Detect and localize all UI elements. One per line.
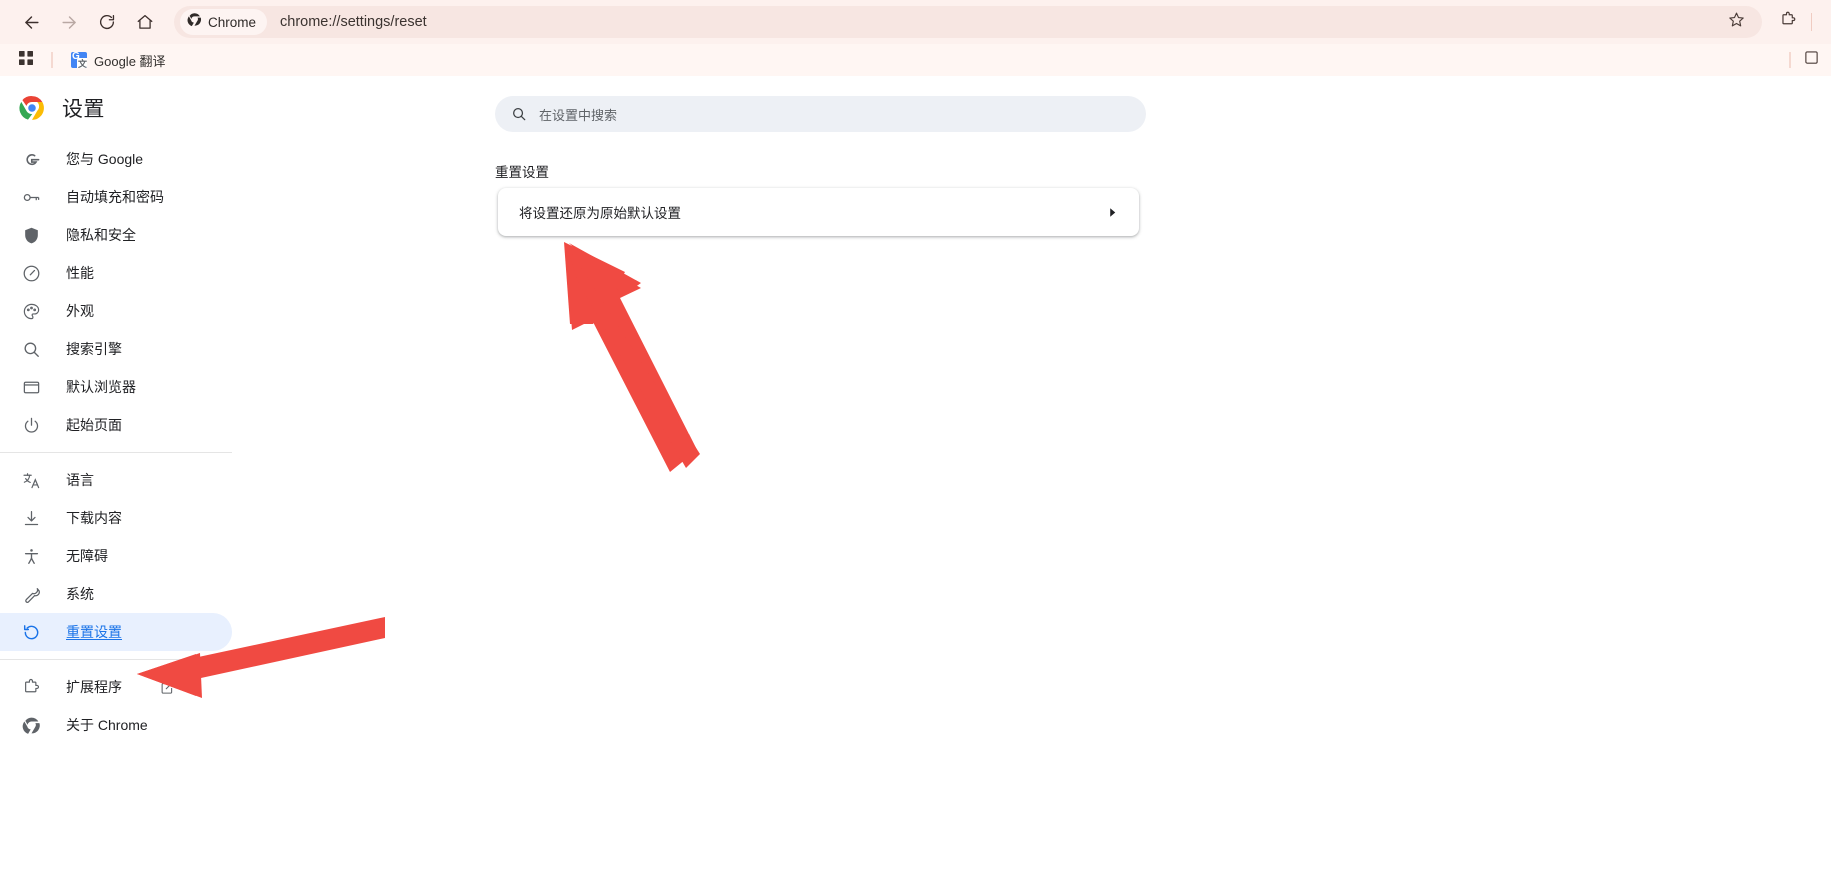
bookmark-star-button[interactable] <box>1722 8 1750 36</box>
sidebar-item-downloads[interactable]: 下载内容 <box>0 499 232 537</box>
sidebar-group-footer: 扩展程序 关于 Chrome <box>0 668 272 744</box>
sidebar-item-label: 隐私和安全 <box>66 227 136 243</box>
profile-icon <box>1804 50 1819 70</box>
sidebar-divider-1 <box>0 452 232 453</box>
download-icon <box>21 508 41 528</box>
extensions-puzzle-icon <box>1779 11 1797 34</box>
sidebar-item-label: 重置设置 <box>66 624 122 640</box>
search-icon <box>511 106 527 122</box>
sidebar-group-advanced: 语言 下载内容 无障碍 系统 重置设置 <box>0 461 272 651</box>
sidebar-item-label: 起始页面 <box>66 417 122 433</box>
sidebar-item-about-chrome[interactable]: 关于 Chrome <box>0 706 232 744</box>
sidebar-item-default-browser[interactable]: 默认浏览器 <box>0 368 232 406</box>
chrome-logo-icon <box>19 95 45 121</box>
sidebar-group-primary: 您与 Google 自动填充和密码 隐私和安全 性能 外观 搜索引擎 默认浏览器… <box>0 140 272 444</box>
sidebar-item-label: 无障碍 <box>66 548 108 564</box>
key-icon <box>21 187 41 207</box>
reload-icon <box>98 13 116 31</box>
google-g-icon <box>21 149 41 169</box>
search-icon <box>21 339 41 359</box>
sidebar-item-label: 性能 <box>66 265 94 281</box>
sidebar-item-label: 下载内容 <box>66 510 122 526</box>
search-placeholder: 在设置中搜索 <box>539 107 618 123</box>
sidebar-item-privacy-security[interactable]: 隐私和安全 <box>0 216 232 254</box>
settings-sidebar: 设置 您与 Google 自动填充和密码 隐私和安全 性能 外观 搜索引擎 默认… <box>0 76 272 894</box>
settings-header: 设置 <box>0 76 272 140</box>
address-bar-url: chrome://settings/reset <box>280 14 427 30</box>
open-in-new-icon <box>160 680 175 695</box>
wrench-icon <box>21 584 41 604</box>
forward-button[interactable] <box>52 5 86 39</box>
bookmark-item-google-translate[interactable]: 文 Google 翻译 <box>64 48 173 73</box>
profile-button[interactable] <box>1797 47 1825 73</box>
sidebar-item-appearance[interactable]: 外观 <box>0 292 232 330</box>
search-input[interactable]: 在设置中搜索 <box>495 96 1146 132</box>
chrome-origin-chip[interactable]: Chrome <box>180 9 268 35</box>
address-bar[interactable]: Chrome chrome://settings/reset <box>174 6 1762 38</box>
omnibox-actions <box>1722 8 1750 36</box>
restore-defaults-row[interactable]: 将设置还原为原始默认设置 <box>498 188 1139 236</box>
sidebar-item-reset-settings[interactable]: 重置设置 <box>0 613 232 651</box>
chrome-outline-icon <box>21 715 41 735</box>
bookmark-star-icon <box>1728 11 1745 33</box>
sidebar-divider-2 <box>0 659 232 660</box>
sidebar-item-label: 您与 Google <box>66 151 144 167</box>
sidebar-item-label: 默认浏览器 <box>66 379 136 395</box>
sidebar-item-search-engine[interactable]: 搜索引擎 <box>0 330 232 368</box>
palette-icon <box>21 301 41 321</box>
toolbar-divider <box>1811 13 1812 31</box>
restore-defaults-label: 将设置还原为原始默认设置 <box>519 206 681 221</box>
chrome-chip-label: Chrome <box>208 14 257 30</box>
translate-icon <box>21 470 41 490</box>
sidebar-item-label: 外观 <box>66 303 94 319</box>
home-icon <box>136 13 154 31</box>
sidebar-item-label: 关于 Chrome <box>66 717 148 733</box>
reload-button[interactable] <box>90 5 124 39</box>
power-icon <box>21 415 41 435</box>
apps-grid-icon <box>18 50 34 71</box>
sidebar-item-languages[interactable]: 语言 <box>0 461 232 499</box>
section-title-reset-settings: 重置设置 <box>495 165 549 180</box>
bookmarks-edge-separator <box>1789 52 1791 68</box>
google-translate-icon: 文 <box>71 52 87 68</box>
settings-search-wrapper: 在设置中搜索 <box>495 96 1146 132</box>
settings-main-content: 在设置中搜索 重置设置 将设置还原为原始默认设置 <box>272 76 1831 894</box>
sidebar-item-autofill-passwords[interactable]: 自动填充和密码 <box>0 178 232 216</box>
sidebar-item-label: 扩展程序 <box>66 679 122 695</box>
extensions-puzzle-icon <box>21 677 41 697</box>
sidebar-item-extensions[interactable]: 扩展程序 <box>0 668 232 706</box>
sidebar-item-accessibility[interactable]: 无障碍 <box>0 537 232 575</box>
reset-circular-arrow-icon <box>21 622 41 642</box>
apps-grid-button[interactable] <box>12 47 40 73</box>
browser-toolbar: Chrome chrome://settings/reset <box>0 0 1831 44</box>
settings-page: 设置 您与 Google 自动填充和密码 隐私和安全 性能 外观 搜索引擎 默认… <box>0 76 1831 894</box>
bookmark-label: Google 翻译 <box>94 53 166 69</box>
bookmarks-bar: 文 Google 翻译 <box>0 44 1831 76</box>
chrome-logo-icon <box>187 12 202 32</box>
chevron-right-icon <box>1107 207 1118 218</box>
sidebar-item-label: 语言 <box>66 472 94 488</box>
bookmarks-separator <box>51 52 53 68</box>
back-button[interactable] <box>14 5 48 39</box>
sidebar-item-label: 搜索引擎 <box>66 341 122 357</box>
sidebar-item-label: 系统 <box>66 586 94 602</box>
browser-window-icon <box>21 377 41 397</box>
bookmarks-bar-right-edge <box>1789 44 1831 76</box>
sidebar-item-performance[interactable]: 性能 <box>0 254 232 292</box>
extensions-button[interactable] <box>1772 6 1804 38</box>
speedometer-icon <box>21 263 41 283</box>
sidebar-item-label: 自动填充和密码 <box>66 189 164 205</box>
toolbar-right-actions <box>1772 6 1817 38</box>
forward-arrow-icon <box>60 13 79 32</box>
accessibility-icon <box>21 546 41 566</box>
sidebar-item-you-and-google[interactable]: 您与 Google <box>0 140 232 178</box>
home-button[interactable] <box>128 5 162 39</box>
sidebar-item-system[interactable]: 系统 <box>0 575 232 613</box>
shield-icon <box>21 225 41 245</box>
page-title: 设置 <box>62 98 105 121</box>
back-arrow-icon <box>22 13 41 32</box>
sidebar-item-on-startup[interactable]: 起始页面 <box>0 406 232 444</box>
